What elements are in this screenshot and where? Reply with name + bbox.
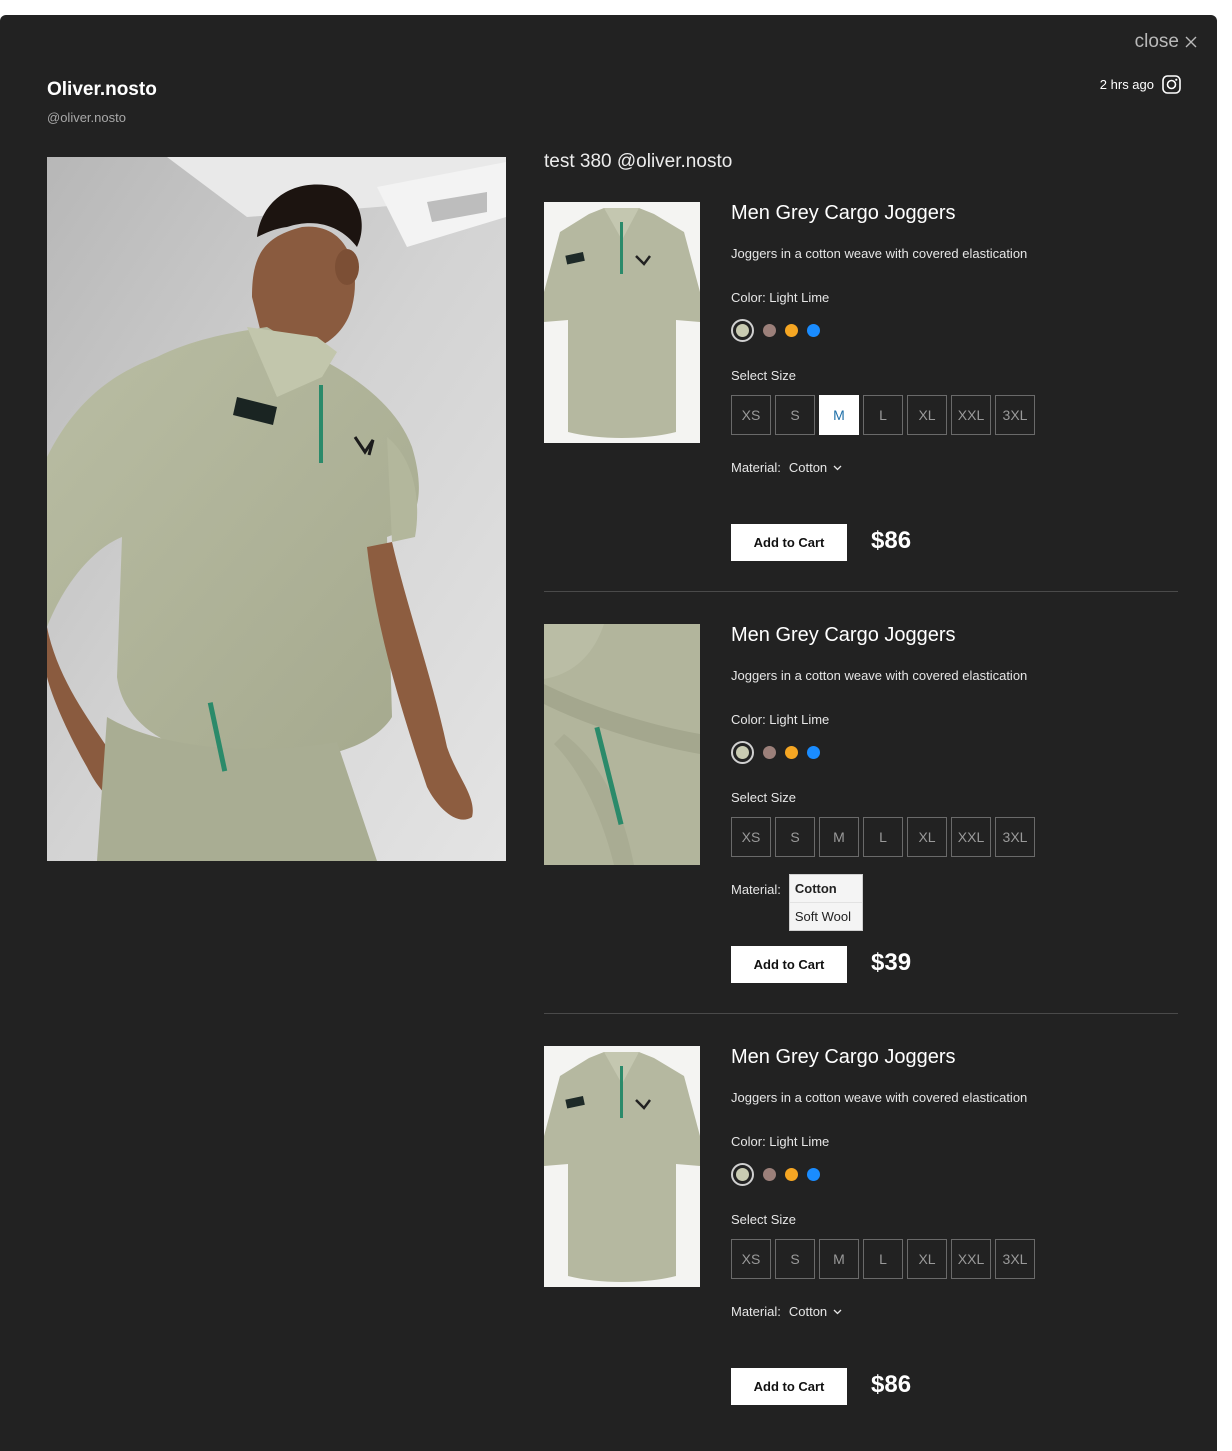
swatch-orange[interactable] <box>785 324 798 337</box>
material-row: Material: Cotton <box>731 1304 842 1319</box>
size-3xl-button[interactable]: 3XL <box>995 395 1035 435</box>
size-label: Select Size <box>731 1212 797 1227</box>
material-row: Material: Cotton Soft Wool <box>731 874 863 939</box>
swatch-mauve[interactable] <box>763 1168 776 1181</box>
color-swatches <box>731 1163 829 1186</box>
size-xl-button[interactable]: XL <box>907 1239 947 1279</box>
product-image[interactable] <box>544 624 700 865</box>
material-dropdown[interactable]: Cotton <box>789 1304 842 1319</box>
product-card: Men Grey Cargo Joggers Joggers in a cott… <box>544 202 1178 592</box>
divider <box>544 591 1178 592</box>
material-label: Material: <box>731 1304 781 1319</box>
post-detail-modal: close Oliver.nosto @oliver.nosto 2 hrs a… <box>0 15 1217 1451</box>
size-xl-button[interactable]: XL <box>907 817 947 857</box>
size-xl-button[interactable]: XL <box>907 395 947 435</box>
product-description: Joggers in a cotton weave with covered e… <box>731 668 1028 683</box>
product-title[interactable]: Men Grey Cargo Joggers <box>731 202 956 225</box>
material-dropdown-open[interactable]: Cotton Soft Wool <box>788 874 863 931</box>
author-name: Oliver.nosto <box>47 79 157 100</box>
swatch-mauve[interactable] <box>763 746 776 759</box>
size-selector: XS S M L XL XXL 3XL <box>731 395 1039 435</box>
chevron-down-icon <box>833 1309 842 1314</box>
product-title[interactable]: Men Grey Cargo Joggers <box>731 1046 956 1069</box>
material-dropdown[interactable]: Cotton <box>789 460 842 475</box>
size-xxl-button[interactable]: XXL <box>951 817 991 857</box>
size-xxl-button[interactable]: XXL <box>951 395 991 435</box>
size-s-button[interactable]: S <box>775 395 815 435</box>
product-title[interactable]: Men Grey Cargo Joggers <box>731 624 956 647</box>
chevron-down-icon <box>833 465 842 470</box>
post-meta: 2 hrs ago <box>1100 75 1181 94</box>
size-xs-button[interactable]: XS <box>731 817 771 857</box>
post-caption: test 380 @oliver.nosto <box>544 151 733 172</box>
size-3xl-button[interactable]: 3XL <box>995 817 1035 857</box>
product-card: Men Grey Cargo Joggers Joggers in a cott… <box>544 1046 1178 1436</box>
swatch-mauve[interactable] <box>763 324 776 337</box>
swatch-light-lime[interactable] <box>731 1163 754 1186</box>
material-label: Material: <box>731 882 781 897</box>
size-label: Select Size <box>731 790 797 805</box>
color-swatches <box>731 319 829 342</box>
material-option-cotton[interactable]: Cotton <box>789 875 862 903</box>
material-label: Material: <box>731 460 781 475</box>
post-time: 2 hrs ago <box>1099 77 1154 92</box>
swatch-light-lime[interactable] <box>731 741 754 764</box>
author-handle: @oliver.nosto <box>47 110 126 125</box>
product-price: $86 <box>871 527 912 554</box>
swatch-orange[interactable] <box>785 746 798 759</box>
product-description: Joggers in a cotton weave with covered e… <box>731 1090 1028 1105</box>
size-label: Select Size <box>731 368 797 383</box>
size-l-button[interactable]: L <box>863 395 903 435</box>
size-l-button[interactable]: L <box>863 1239 903 1279</box>
size-m-button[interactable]: M <box>819 395 859 435</box>
add-to-cart-button[interactable]: Add to Cart <box>731 946 847 983</box>
size-m-button[interactable]: M <box>819 817 859 857</box>
material-row: Material: Cotton <box>731 460 842 475</box>
product-price: $39 <box>871 949 912 976</box>
close-button[interactable]: close <box>1135 31 1197 53</box>
product-description: Joggers in a cotton weave with covered e… <box>731 246 1028 261</box>
product-card: Men Grey Cargo Joggers Joggers in a cott… <box>544 624 1178 1014</box>
size-selector: XS S M L XL XXL 3XL <box>731 1239 1039 1279</box>
swatch-orange[interactable] <box>785 1168 798 1181</box>
swatch-blue[interactable] <box>807 1168 820 1181</box>
add-to-cart-button[interactable]: Add to Cart <box>731 524 847 561</box>
material-value: Cotton <box>788 1304 828 1319</box>
material-value: Cotton <box>788 460 828 475</box>
product-price: $86 <box>871 1371 912 1398</box>
size-l-button[interactable]: L <box>863 817 903 857</box>
size-xxl-button[interactable]: XXL <box>951 1239 991 1279</box>
size-xs-button[interactable]: XS <box>731 395 771 435</box>
instagram-icon[interactable] <box>1162 75 1181 94</box>
close-icon <box>1185 36 1197 48</box>
size-s-button[interactable]: S <box>775 817 815 857</box>
color-label: Color: Light Lime <box>731 1134 830 1149</box>
product-image[interactable] <box>544 1046 700 1287</box>
color-swatches <box>731 741 829 764</box>
swatch-blue[interactable] <box>807 746 820 759</box>
product-image[interactable] <box>544 202 700 443</box>
swatch-light-lime[interactable] <box>731 319 754 342</box>
size-selector: XS S M L XL XXL 3XL <box>731 817 1039 857</box>
size-3xl-button[interactable]: 3XL <box>995 1239 1035 1279</box>
swatch-blue[interactable] <box>807 324 820 337</box>
color-label: Color: Light Lime <box>731 712 830 727</box>
close-label: close <box>1134 31 1179 52</box>
size-m-button[interactable]: M <box>819 1239 859 1279</box>
divider <box>544 1013 1178 1014</box>
add-to-cart-button[interactable]: Add to Cart <box>731 1368 847 1405</box>
size-xs-button[interactable]: XS <box>731 1239 771 1279</box>
material-option-soft-wool[interactable]: Soft Wool <box>790 903 862 930</box>
size-s-button[interactable]: S <box>775 1239 815 1279</box>
post-image <box>47 157 506 861</box>
color-label: Color: Light Lime <box>731 290 830 305</box>
